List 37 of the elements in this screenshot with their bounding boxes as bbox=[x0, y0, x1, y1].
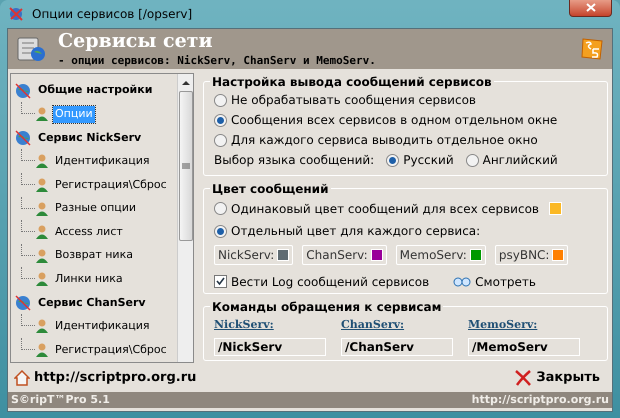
tree-item[interactable]: Линки ника bbox=[53, 271, 125, 288]
tree-item[interactable]: Разные опции bbox=[53, 200, 138, 217]
tree-item[interactable]: Идентификация bbox=[53, 318, 152, 335]
color-picker[interactable]: NickServ: bbox=[214, 245, 294, 266]
header-subtitle: - опции сервисов: NickServ, ChanServ и MemoServ. bbox=[58, 54, 377, 68]
tree-item[interactable]: Общие настройки bbox=[36, 82, 154, 99]
color-picker[interactable]: psyBNC: bbox=[494, 245, 568, 266]
option-label[interactable]: Английский bbox=[482, 151, 558, 170]
field-label: NickServ: bbox=[214, 317, 275, 334]
field-label: Выбор языка сообщений: bbox=[214, 152, 374, 170]
color-picker[interactable]: ChanServ: bbox=[302, 245, 387, 266]
checkbox-label[interactable]: Вести Log сообщений сервисов bbox=[231, 272, 430, 291]
site-link[interactable]: http://scriptpro.org.ru bbox=[34, 368, 196, 388]
field-label: MemoServ: bbox=[468, 317, 538, 334]
tree-item[interactable]: Сервис NickServ bbox=[36, 130, 144, 146]
option-label[interactable]: Для каждого сервиса выводить отдельное окно bbox=[231, 131, 538, 150]
option-label[interactable]: Сообщения всех сервисов в одном отдельном окне bbox=[231, 111, 558, 130]
header-title: Сервисы сети bbox=[58, 30, 214, 54]
color-picker[interactable]: MemoServ: bbox=[396, 245, 486, 266]
tree-item[interactable]: Access лист bbox=[53, 224, 125, 240]
field-label: ChanServ: bbox=[341, 317, 406, 334]
option-label[interactable]: Отдельный цвет для каждого сервиса: bbox=[231, 222, 480, 240]
option-label[interactable]: Не обрабатывать сообщения сервисов bbox=[231, 91, 476, 110]
tree-item[interactable]: Идентификация bbox=[53, 153, 152, 170]
tree-item[interactable]: Сервис ChanServ bbox=[36, 294, 148, 312]
input-field[interactable]: /MemoServ bbox=[468, 338, 580, 356]
view-link[interactable]: Смотреть bbox=[475, 272, 536, 291]
input-field[interactable]: /ChanServ bbox=[341, 338, 453, 356]
tree-item[interactable]: Возврат ника bbox=[53, 247, 135, 264]
window-title: Опции сервисов [/opserv] bbox=[32, 6, 192, 23]
status-text: S©ripT™Pro 5.1 bbox=[11, 392, 110, 408]
close-dialog-button[interactable]: Закрыть bbox=[514, 368, 600, 388]
input-field[interactable]: /NickServ bbox=[214, 338, 326, 356]
option-label[interactable]: Одинаковый цвет сообщений для всех сервисов bbox=[231, 200, 539, 218]
option-label[interactable]: Русский bbox=[403, 151, 454, 170]
tree-item[interactable]: Регистрация\Сброс bbox=[53, 342, 169, 358]
tree-item[interactable]: Регистрация\Сброс bbox=[53, 176, 169, 194]
